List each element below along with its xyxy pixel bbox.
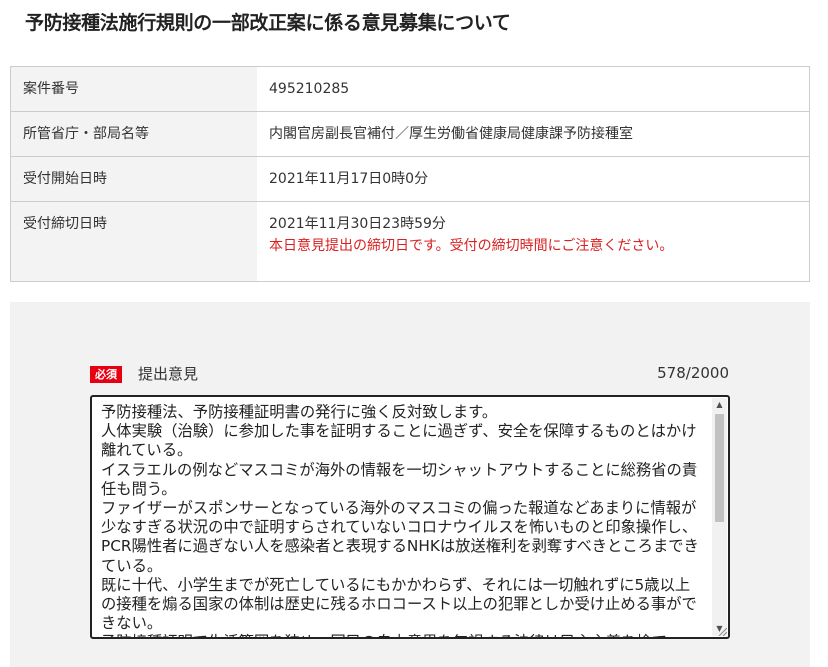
table-row: 受付締切日時 2021年11月30日23時59分 本日意見提出の締切日です。受付… [10, 201, 810, 282]
case-number-value: 495210285 [257, 66, 810, 112]
start-date-value: 2021年11月17日0時0分 [257, 156, 810, 202]
opinion-field-label: 提出意見 [138, 365, 199, 383]
page-title: 予防接種法施行規則の一部改正案に係る意見募集について [25, 12, 511, 34]
required-badge: 必須 [90, 366, 122, 383]
case-info-table: 案件番号 495210285 所管省庁・部局名等 内閣官房副長官補付／厚生労働省… [10, 66, 810, 282]
table-row: 受付開始日時 2021年11月17日0時0分 [10, 156, 810, 202]
opinion-form-panel: 必須 提出意見 578/2000 予防接種法、予防接種証明書の発行に強く反対致し… [10, 302, 810, 667]
deadline-label: 受付締切日時 [10, 201, 257, 282]
ministry-label: 所管省庁・部局名等 [10, 111, 257, 157]
case-number-label: 案件番号 [10, 66, 257, 112]
textarea-scrollbar[interactable]: ▲ ▼ [712, 398, 727, 636]
char-counter: 578/2000 [657, 364, 729, 382]
resize-grip-icon[interactable] [717, 626, 727, 636]
deadline-value: 2021年11月30日23時59分 [269, 216, 446, 232]
table-row: 案件番号 495210285 [10, 66, 810, 112]
triangle-up-icon[interactable]: ▲ [712, 398, 727, 412]
deadline-cell: 2021年11月30日23時59分 本日意見提出の締切日です。受付の締切時間にご… [257, 201, 810, 282]
ministry-value: 内閣官房副長官補付／厚生労働省健康局健康課予防接種室 [257, 111, 810, 157]
table-row: 所管省庁・部局名等 内閣官房副長官補付／厚生労働省健康局健康課予防接種室 [10, 111, 810, 157]
opinion-textarea-content[interactable]: 予防接種法、予防接種証明書の発行に強く反対致します。 人体実験（治験）に参加した… [101, 403, 699, 637]
opinion-textarea[interactable]: 予防接種法、予防接種証明書の発行に強く反対致します。 人体実験（治験）に参加した… [90, 395, 730, 639]
deadline-warning: 本日意見提出の締切日です。受付の締切時間にご注意ください。 [269, 238, 674, 254]
start-date-label: 受付開始日時 [10, 156, 257, 202]
scrollbar-thumb[interactable] [715, 414, 724, 522]
